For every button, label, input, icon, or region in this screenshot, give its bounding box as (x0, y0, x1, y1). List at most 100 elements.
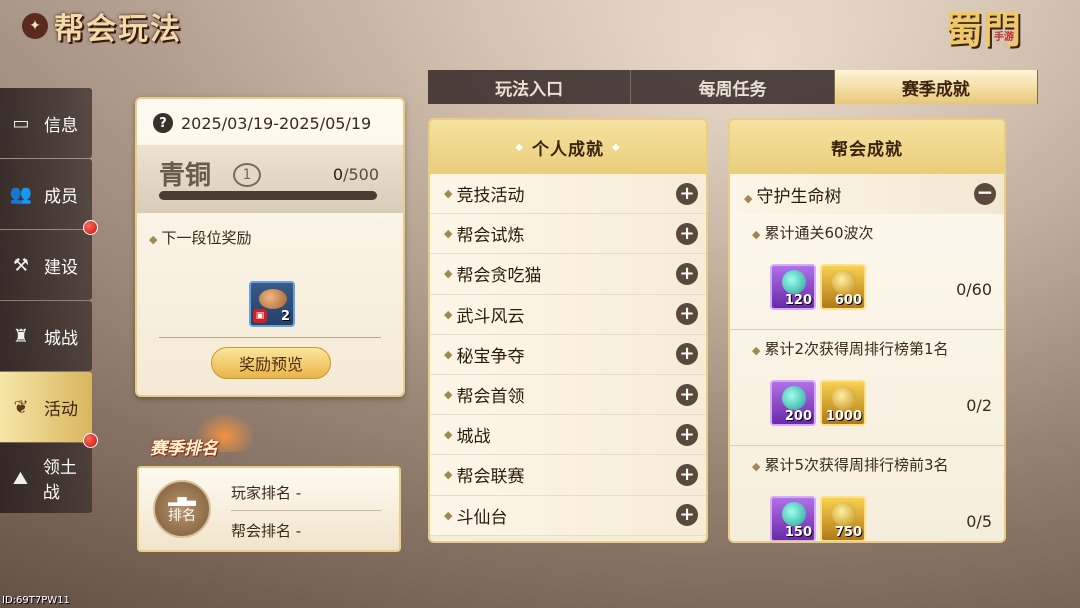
player-rank: 玩家排名 - (231, 484, 302, 502)
achievement-row[interactable]: ◆ 秘宝争夺 + (430, 334, 706, 375)
achievement-label: 秘宝争夺 (456, 346, 525, 367)
guild-task: ◆ 累计5次获得周排行榜前3名 150 750 0/5 (730, 446, 1004, 541)
reward-item[interactable]: 200 (770, 380, 816, 426)
tab-1[interactable]: 每周任务 (631, 70, 835, 104)
help-icon[interactable]: ? (153, 113, 173, 133)
page-header: ✦ 帮会玩法 (22, 6, 182, 47)
achievement-row[interactable]: ◆ 竞技活动 + (430, 174, 706, 215)
expand-icon[interactable]: + (676, 423, 698, 446)
nav-item-1[interactable]: 👥 成员 (0, 159, 92, 229)
contribution-orb-icon (782, 502, 806, 526)
reward-count: 2 (280, 309, 290, 324)
season-date: ? 2025/03/19-2025/05/19 (137, 99, 403, 133)
expand-icon[interactable]: + (676, 303, 698, 326)
nav-item-label: 领土战 (42, 458, 77, 503)
guild-section-row[interactable]: ◆ 守护生命树 − (730, 174, 1004, 214)
divider (231, 510, 381, 511)
personal-achievements-header: ◆ 个人成就 ◆ (430, 120, 706, 174)
reward-item[interactable]: 600 (820, 264, 866, 310)
guild-achievements-header: 帮会成就 (730, 120, 1004, 174)
season-ranking-title: 赛季排名 (150, 439, 218, 459)
notification-dot-icon (83, 433, 98, 448)
gold-orb-icon (832, 502, 856, 526)
nav-item-5[interactable]: ⛰ 领土战 (0, 433, 98, 513)
flame-icon: ❦ (13, 396, 29, 418)
gold-orb-icon (832, 270, 856, 294)
nav-item-0[interactable]: ▭ 信息 (0, 88, 92, 158)
expand-icon[interactable]: + (676, 383, 698, 406)
nav-item-label: 信息 (44, 115, 78, 136)
guild-task: ◆ 累计通关60波次 120 600 0/60 (730, 214, 1004, 330)
expand-icon[interactable]: + (676, 463, 698, 486)
nav-item-label: 成员 (44, 186, 78, 207)
achievement-label: 斗仙台 (456, 507, 508, 528)
reward-item[interactable]: 120 (770, 264, 816, 310)
ranking-badge[interactable]: ▂▅▃ 排名 (153, 480, 211, 538)
achievement-row[interactable]: ◆ 城战 + (430, 415, 706, 456)
task-progress: 0/60 (956, 280, 992, 299)
rank-bar: 青铜 1 0/500 (137, 145, 403, 213)
reward-item[interactable]: 1000 (820, 380, 866, 426)
tab-0[interactable]: 玩法入口 (428, 70, 632, 104)
achievement-label: 帮会首领 (456, 387, 525, 408)
season-date-text: 2025/03/19-2025/05/19 (181, 113, 372, 133)
castle-icon: ♜ (12, 325, 30, 347)
expand-icon[interactable]: + (676, 504, 698, 527)
task-label: ◆ 累计2次获得周排行榜第1名 (752, 340, 949, 358)
expand-icon[interactable]: + (676, 262, 698, 285)
reward-preview-button[interactable]: 奖励预览 (211, 347, 331, 379)
reward-item[interactable]: 750 (820, 496, 866, 541)
nav-item-3[interactable]: ♜ 城战 (0, 301, 92, 371)
nav-item-4[interactable]: ❦ 活动 (0, 372, 92, 442)
bar-chart-icon: ▂▅▃ (168, 492, 196, 506)
hammer-icon: ⚒ (12, 254, 30, 276)
achievement-row[interactable]: ◆ 武斗风云 + (430, 294, 706, 335)
expand-icon[interactable]: + (676, 343, 698, 366)
nav-item-label: 城战 (44, 328, 78, 349)
guild-task: ◆ 累计2次获得周排行榜第1名 200 1000 0/2 (730, 330, 1004, 446)
achievement-label: 武斗风云 (456, 306, 525, 327)
page-title: 帮会玩法 (54, 12, 182, 47)
achievement-label: 帮会联赛 (456, 467, 525, 488)
guild-achievements-panel: 帮会成就 ◆ 守护生命树 − ◆ 累计通关60波次 120 600 0/60 ◆ 累计2次获得… (728, 118, 1006, 543)
achievement-label: 帮会试炼 (456, 226, 525, 247)
achievement-row[interactable]: ◆ 帮会贪吃猫 + (430, 254, 706, 295)
ranking-card: ▂▅▃ 排名 玩家排名 - 帮会排名 - (137, 466, 401, 552)
task-progress: 0/2 (966, 396, 992, 415)
rank-progress-bar (159, 191, 377, 200)
achievement-row[interactable]: ◆ 帮会首领 + (430, 374, 706, 416)
side-nav: ▭ 信息 👥 成员 ⚒ 建设 ♜ 城战 ❦ 活动 ⛰ 领土战 (0, 88, 98, 514)
next-reward-label: ◆ 下一段位奖励 (149, 229, 252, 247)
expand-icon[interactable]: + (676, 182, 698, 205)
next-reward-item[interactable]: ▣ 2 (249, 281, 295, 327)
season-card: ? 2025/03/19-2025/05/19 青铜 1 0/500 ◆ 下一段位… (135, 97, 405, 397)
personal-achievements-panel: ◆ 个人成就 ◆ ◆ 竞技活动 + ◆ 帮会试炼 + ◆ 帮会贪吃猫 + ◆ 武斗风云 + ◆ 秘宝争夺 + ◆ 帮… (428, 118, 708, 543)
tab-2[interactable]: 赛季成就 (834, 70, 1038, 104)
members-icon: 👥 (9, 183, 33, 205)
rank-name: 青铜 (159, 161, 212, 191)
achievement-label: 帮会贪吃猫 (456, 266, 542, 287)
achievement-label: 竞技活动 (456, 186, 525, 207)
collapse-icon[interactable]: − (974, 182, 996, 205)
reward-item-icon (259, 289, 287, 309)
achievement-row[interactable]: ◆ 帮会试炼 + (430, 214, 706, 255)
achievement-row[interactable]: ◆ 帮会联赛 + (430, 455, 706, 496)
task-label: ◆ 累计通关60波次 (752, 224, 874, 242)
nav-item-label: 建设 (44, 257, 78, 278)
contribution-orb-icon (782, 386, 806, 410)
reward-item[interactable]: 150 (770, 496, 816, 541)
contribution-orb-icon (782, 270, 806, 294)
guild-rank: 帮会排名 - (231, 522, 302, 540)
achievement-row[interactable]: ◆ 斗仙台 + (430, 495, 706, 536)
gold-orb-icon (832, 386, 856, 410)
divider (159, 337, 381, 338)
expand-icon[interactable]: + (676, 222, 698, 245)
user-id: ID:69T7PW11 (2, 595, 70, 606)
notification-dot-icon (83, 220, 98, 235)
nav-item-label: 活动 (44, 399, 78, 420)
achievement-label: 城战 (456, 427, 491, 448)
tab-bar: 玩法入口 每周任务 赛季成就 (428, 70, 1038, 104)
guild-emblem-icon: ✦ (22, 13, 48, 39)
nav-item-2[interactable]: ⚒ 建设 (0, 220, 98, 300)
rank-progress-text: 0/500 (332, 165, 379, 184)
